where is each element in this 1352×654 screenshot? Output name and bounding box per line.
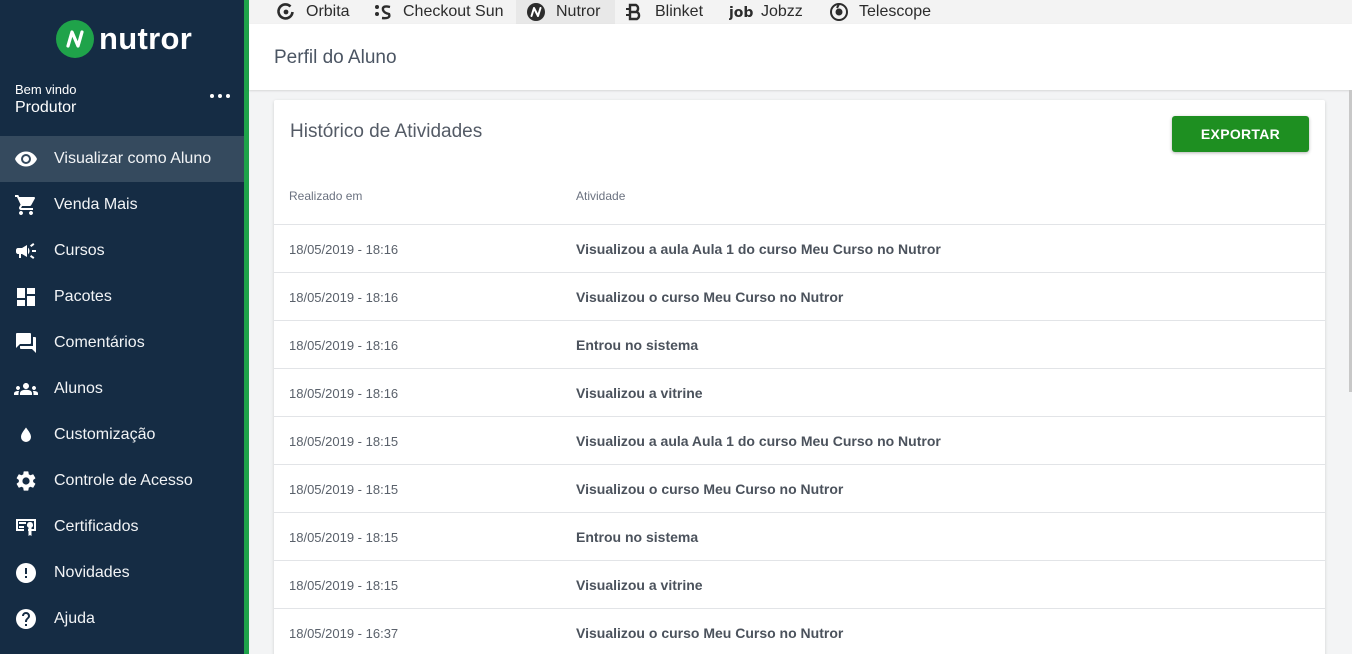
sidebar-item-label: Cursos (54, 242, 105, 259)
people-icon (14, 377, 38, 401)
certificate-icon (14, 515, 38, 539)
tab-orbita[interactable]: Orbita (276, 0, 350, 24)
nutror-icon (526, 2, 546, 22)
welcome-text: Bem vindo (15, 82, 77, 97)
tab-label: Telescope (859, 3, 932, 20)
table-row: 18/05/2019 - 18:16 Visualizou a vitrine (274, 368, 1325, 416)
table-row: 18/05/2019 - 18:16 Visualizou o curso Meu… (274, 272, 1325, 320)
app-switcher-bar: Orbita Checkout Sun Nutror Blinket job J… (249, 0, 1352, 24)
tab-blinket[interactable]: Blinket (625, 0, 703, 24)
sidebar-item-label: Venda Mais (54, 196, 138, 213)
activity-history-card: Histórico de Atividades EXPORTAR Realiza… (274, 100, 1325, 654)
sidebar-item-controle-de-acesso[interactable]: Controle de Acesso (0, 458, 244, 504)
megaphone-icon (14, 239, 38, 263)
table-row: 18/05/2019 - 18:15 Visualizou a aula Aula… (274, 416, 1325, 464)
table-row: 18/05/2019 - 18:16 Visualizou a aula Aula… (274, 224, 1325, 272)
table-row: 18/05/2019 - 18:16 Entrou no sistema (274, 320, 1325, 368)
tab-label: Checkout Sun (403, 3, 504, 20)
column-header-date[interactable]: Realizado em (289, 189, 362, 203)
checkout-sun-icon (373, 2, 393, 22)
cell-activity: Visualizou o curso Meu Curso no Nutror (576, 625, 844, 641)
dashboard-icon (14, 285, 38, 309)
drop-icon (14, 423, 38, 447)
blinket-icon (625, 2, 645, 22)
card-title: Histórico de Atividades (290, 121, 483, 142)
logo-text: nutror (99, 21, 193, 56)
cell-activity: Visualizou a aula Aula 1 do curso Meu Cu… (576, 433, 941, 449)
activity-table-body: 18/05/2019 - 18:16 Visualizou a aula Aula… (274, 224, 1325, 654)
sidebar-item-label: Visualizar como Aluno (54, 150, 212, 167)
cell-activity: Visualizou a aula Aula 1 do curso Meu Cu… (576, 241, 941, 257)
tab-checkout-sun[interactable]: Checkout Sun (373, 0, 504, 24)
cart-icon (14, 193, 38, 217)
sidebar-item-label: Certificados (54, 518, 139, 535)
cell-activity: Entrou no sistema (576, 529, 699, 545)
cell-date: 18/05/2019 - 18:15 (289, 530, 399, 545)
column-header-activity[interactable]: Atividade (576, 189, 625, 203)
sidebar-item-label: Novidades (54, 564, 130, 581)
cell-date: 18/05/2019 - 18:15 (289, 578, 399, 593)
comments-icon (14, 331, 38, 355)
table-row: 18/05/2019 - 16:37 Visualizou o curso Meu… (274, 608, 1325, 654)
alert-icon (14, 561, 38, 585)
eye-icon (14, 147, 38, 171)
sidebar-item-label: Customização (54, 426, 156, 443)
tab-telescope[interactable]: Telescope (829, 0, 931, 24)
more-options-icon[interactable] (210, 88, 230, 104)
sidebar-item-comentarios[interactable]: Comentários (0, 320, 244, 366)
sidebar-item-certificados[interactable]: Certificados (0, 504, 244, 550)
sidebar-item-pacotes[interactable]: Pacotes (0, 274, 244, 320)
page-header: Perfil do Aluno (249, 24, 1352, 90)
cell-date: 18/05/2019 - 18:16 (289, 338, 399, 353)
cell-activity: Visualizou o curso Meu Curso no Nutror (576, 289, 844, 305)
cell-date: 18/05/2019 - 18:15 (289, 434, 399, 449)
cell-activity: Visualizou o curso Meu Curso no Nutror (576, 481, 844, 497)
tab-label: Orbita (306, 3, 350, 20)
cell-date: 18/05/2019 - 18:15 (289, 482, 399, 497)
tab-label: Nutror (556, 3, 601, 20)
cell-activity: Visualizou a vitrine (576, 385, 703, 401)
sidebar-item-alunos[interactable]: Alunos (0, 366, 244, 412)
sidebar-item-venda-mais[interactable]: Venda Mais (0, 182, 244, 228)
tab-label: Jobzz (761, 3, 803, 20)
table-row: 18/05/2019 - 18:15 Entrou no sistema (274, 512, 1325, 560)
sidebar-item-label: Comentários (54, 334, 145, 351)
sidebar-item-label: Controle de Acesso (54, 472, 193, 489)
sidebar-item-visualizar-como-aluno[interactable]: Visualizar como Aluno (0, 136, 244, 182)
svg-text:job: job (729, 5, 753, 21)
user-name: Produtor (15, 99, 77, 116)
cell-date: 18/05/2019 - 18:16 (289, 290, 399, 305)
sidebar-item-cursos[interactable]: Cursos (0, 228, 244, 274)
sidebar-menu: Visualizar como Aluno Venda Mais Cursos … (0, 136, 244, 642)
nutror-logo-icon (56, 20, 94, 58)
table-row: 18/05/2019 - 18:15 Visualizou a vitrine (274, 560, 1325, 608)
cell-date: 18/05/2019 - 18:16 (289, 386, 399, 401)
gear-icon (14, 469, 38, 493)
sidebar-accent-stripe (244, 0, 249, 654)
sidebar-item-label: Ajuda (54, 610, 95, 627)
cell-activity: Visualizou a vitrine (576, 577, 703, 593)
cell-date: 18/05/2019 - 18:16 (289, 242, 399, 257)
tab-label: Blinket (655, 3, 704, 20)
sidebar-item-label: Pacotes (54, 288, 112, 305)
page-title: Perfil do Aluno (274, 47, 397, 68)
tab-nutror[interactable]: Nutror (516, 0, 615, 24)
table-row: 18/05/2019 - 18:15 Visualizou o curso Meu… (274, 464, 1325, 512)
sidebar-item-customizacao[interactable]: Customização (0, 412, 244, 458)
export-button[interactable]: EXPORTAR (1172, 116, 1309, 152)
tab-jobzz[interactable]: job Jobzz (729, 0, 803, 24)
orbita-icon (276, 2, 296, 22)
sidebar-item-label: Alunos (54, 380, 103, 397)
telescope-icon (829, 2, 849, 22)
jobzz-icon: job (729, 2, 753, 22)
nutror-logo[interactable]: nutror (56, 20, 192, 58)
sidebar-item-novidades[interactable]: Novidades (0, 550, 244, 596)
cell-date: 18/05/2019 - 16:37 (289, 626, 399, 641)
cell-activity: Entrou no sistema (576, 337, 699, 353)
sidebar-item-ajuda[interactable]: Ajuda (0, 596, 244, 642)
help-icon (14, 607, 38, 631)
sidebar: nutror Bem vindo Produtor Visualizar com… (0, 0, 244, 654)
